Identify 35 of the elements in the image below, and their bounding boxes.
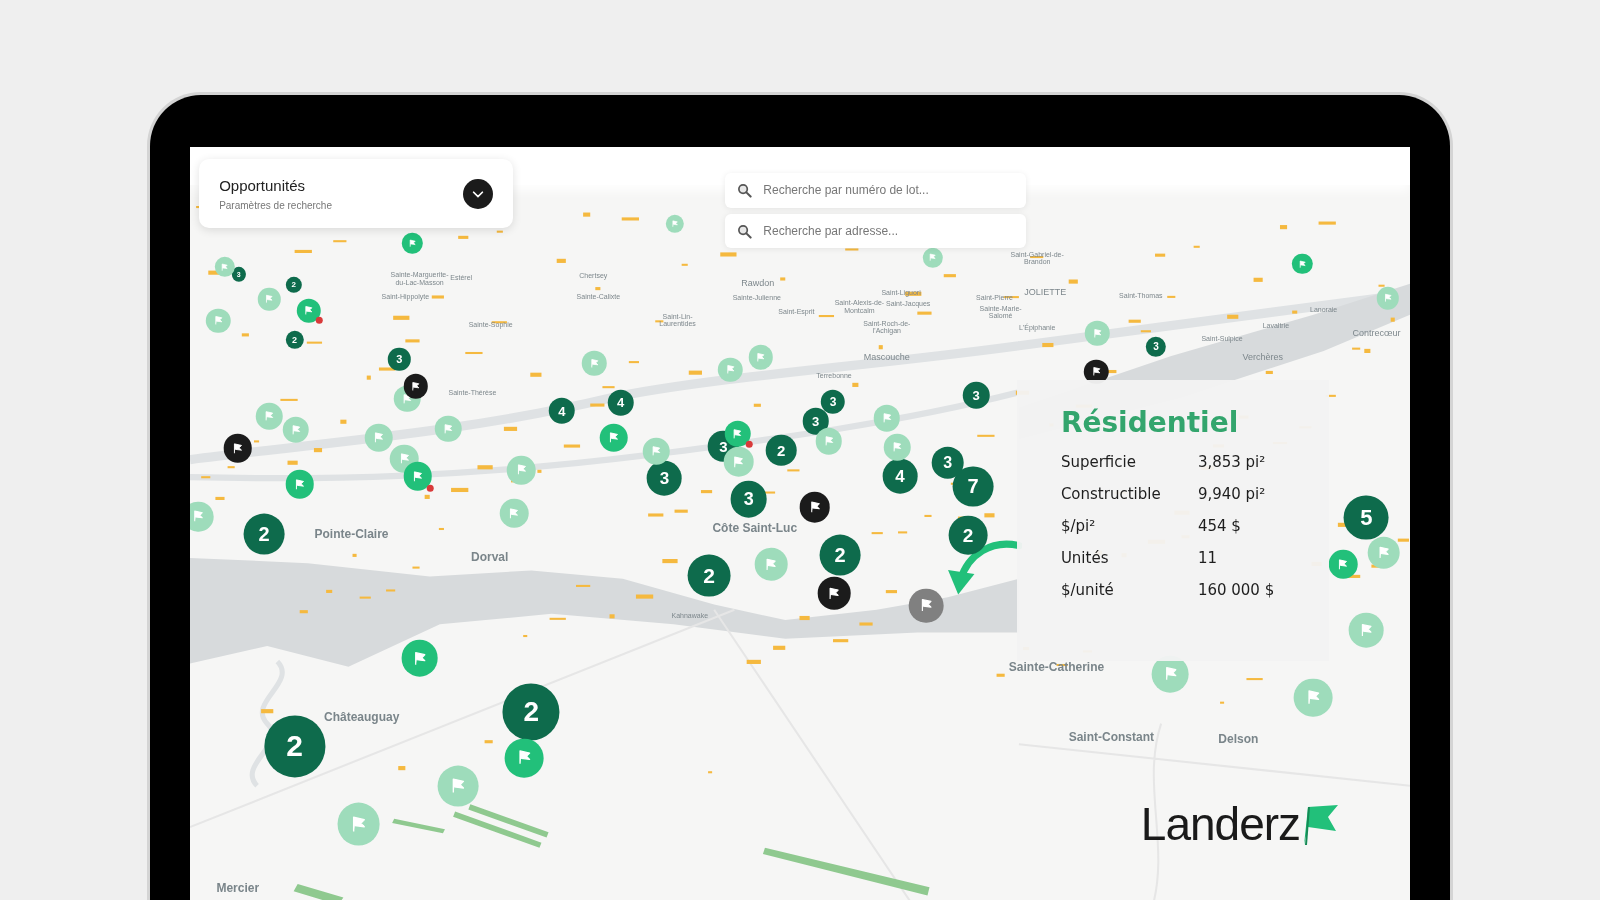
property-label: Unités bbox=[1060, 548, 1110, 567]
property-label: Superficie bbox=[1060, 452, 1137, 471]
place-label: Côte Saint-Luc bbox=[712, 521, 798, 535]
panel-subtitle: Paramètres de recherche bbox=[219, 199, 332, 211]
place-label: Delson bbox=[1218, 732, 1259, 746]
dropdown-button[interactable] bbox=[463, 178, 493, 209]
property-label: $/pi² bbox=[1060, 516, 1097, 535]
place-label: Mercier bbox=[216, 881, 260, 895]
place-label: Dorval bbox=[471, 550, 509, 564]
search-icon bbox=[737, 183, 753, 199]
property-value: 9,940 pi² bbox=[1197, 484, 1267, 503]
property-label: Constructible bbox=[1060, 484, 1162, 503]
place-label: Châteauguay bbox=[324, 711, 400, 724]
property-value: 454 $ bbox=[1197, 516, 1242, 535]
panel-title: Opportunités bbox=[219, 176, 307, 194]
logo-wordmark: Landerz bbox=[1140, 801, 1301, 848]
place-label: Sainte-Catherine bbox=[1008, 660, 1105, 673]
place-label: Pointe-Claire bbox=[314, 527, 389, 541]
place-label: Contrecœur bbox=[1352, 329, 1401, 340]
place-label: Mascouche bbox=[863, 353, 910, 363]
place-label: Verchères bbox=[1242, 353, 1283, 363]
flag-icon bbox=[669, 218, 680, 229]
search-icon bbox=[737, 224, 753, 240]
property-value: 11 bbox=[1197, 548, 1218, 567]
search-field[interactable]: Recherche par numéro de lot... bbox=[725, 172, 1026, 208]
place-label: JOLIETTE bbox=[1024, 288, 1067, 298]
place-label: Saint-Constant bbox=[1068, 730, 1154, 744]
card-title: Résidentiel bbox=[1060, 405, 1240, 439]
flag-marker[interactable] bbox=[582, 351, 607, 376]
property-label: $/unité bbox=[1060, 580, 1115, 599]
property-value: 3,853 pi² bbox=[1197, 452, 1267, 471]
flag-icon bbox=[263, 293, 276, 306]
place-label: Rawdon bbox=[741, 278, 775, 289]
property-value: 160 000 $ bbox=[1197, 580, 1276, 599]
search-field[interactable]: Recherche par adresse... bbox=[725, 213, 1026, 249]
